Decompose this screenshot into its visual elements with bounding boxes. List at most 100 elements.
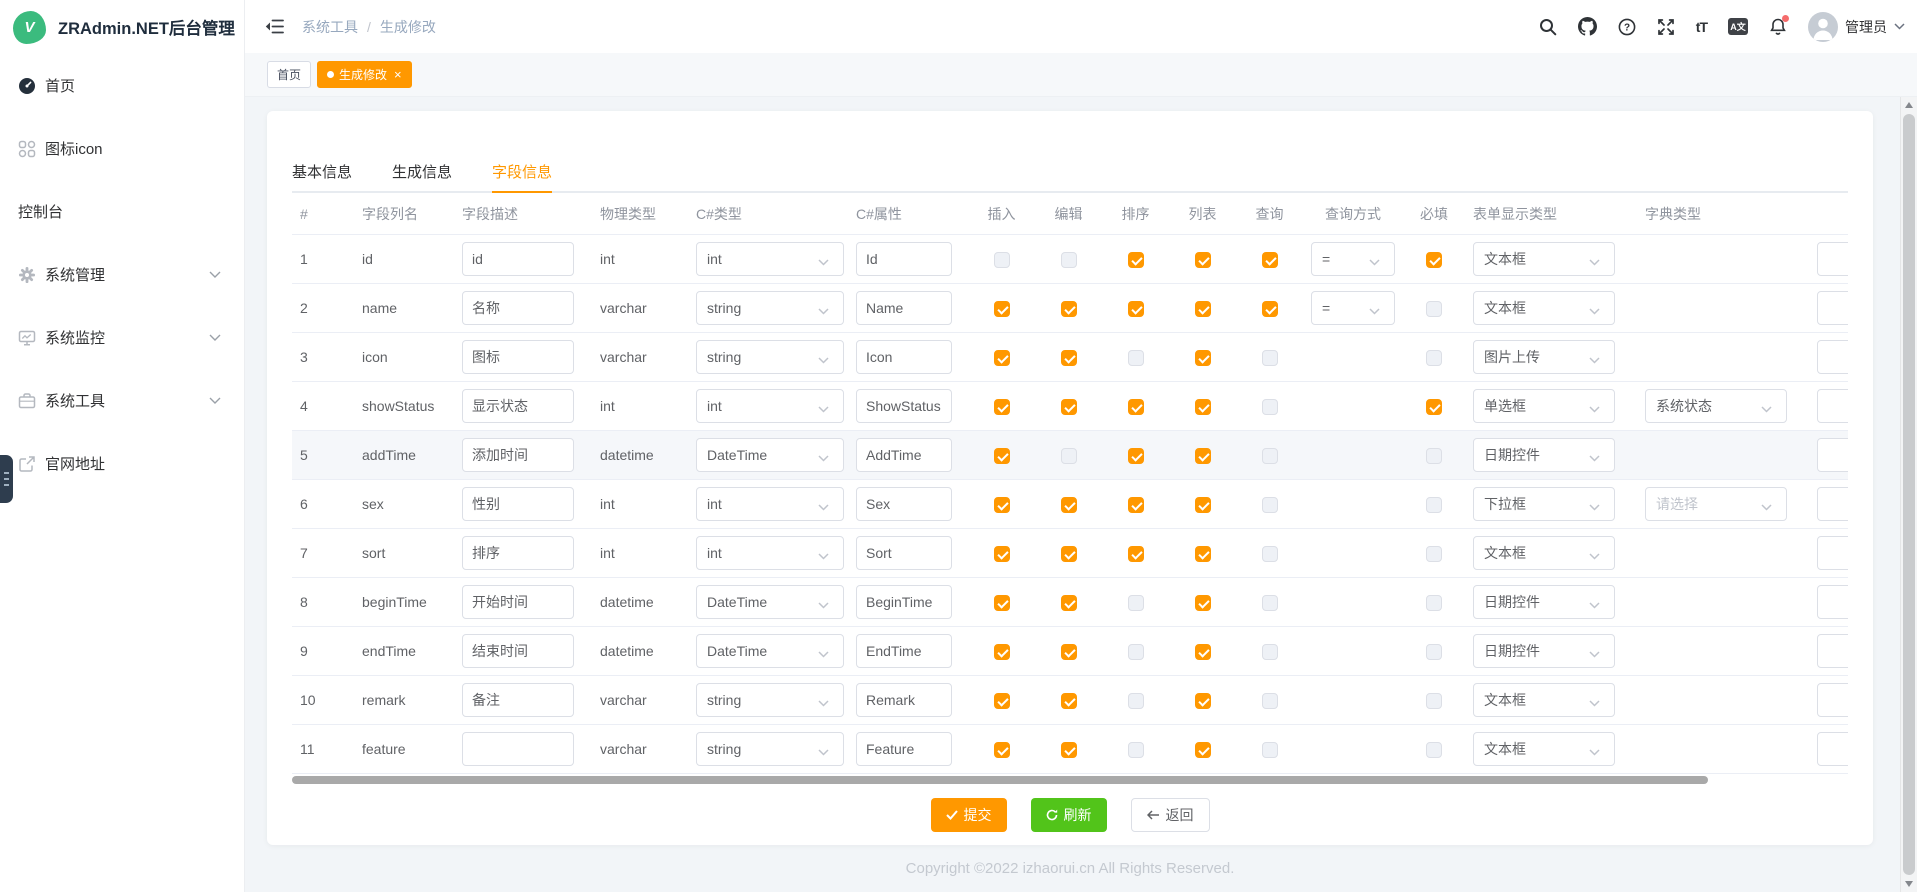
cs-prop-input[interactable] (856, 634, 952, 668)
insert-checkbox[interactable] (994, 497, 1010, 513)
list-checkbox[interactable] (1195, 742, 1211, 758)
sidebar-item-6[interactable]: 官网地址 (0, 432, 244, 495)
overflow-input[interactable] (1817, 634, 1848, 668)
query-checkbox[interactable] (1262, 742, 1278, 758)
query-checkbox[interactable] (1262, 448, 1278, 464)
edit-checkbox[interactable] (1061, 497, 1077, 513)
display-type-select[interactable]: 日期控件 (1473, 634, 1615, 668)
insert-checkbox[interactable] (994, 399, 1010, 415)
overflow-input[interactable] (1817, 291, 1848, 325)
breadcrumb-item[interactable]: 系统工具 (302, 17, 358, 37)
display-type-select[interactable]: 文本框 (1473, 683, 1615, 717)
cs-type-select[interactable]: int (696, 389, 844, 423)
tab-1[interactable]: 生成信息 (392, 151, 452, 193)
cs-type-select[interactable]: string (696, 732, 844, 766)
insert-checkbox[interactable] (994, 546, 1010, 562)
field-desc-input[interactable] (462, 487, 574, 521)
bell-icon[interactable] (1769, 17, 1787, 36)
sidebar-item-3[interactable]: 系统管理 (0, 243, 244, 306)
cs-type-select[interactable]: string (696, 291, 844, 325)
sort-checkbox[interactable] (1128, 448, 1144, 464)
insert-checkbox[interactable] (994, 595, 1010, 611)
vertical-scrollbar[interactable] (1900, 97, 1917, 892)
list-checkbox[interactable] (1195, 644, 1211, 660)
collapse-menu-icon[interactable] (265, 19, 284, 34)
overflow-input[interactable] (1817, 732, 1848, 766)
insert-checkbox[interactable] (994, 644, 1010, 660)
query-checkbox[interactable] (1262, 399, 1278, 415)
field-desc-input[interactable] (462, 340, 574, 374)
back-button[interactable]: 返回 (1131, 798, 1210, 832)
overflow-input[interactable] (1817, 487, 1848, 521)
insert-checkbox[interactable] (994, 742, 1010, 758)
submit-button[interactable]: 提交 (931, 798, 1007, 832)
overflow-input[interactable] (1817, 585, 1848, 619)
sort-checkbox[interactable] (1128, 644, 1144, 660)
cs-prop-input[interactable] (856, 683, 952, 717)
edit-checkbox[interactable] (1061, 546, 1077, 562)
cs-prop-input[interactable] (856, 585, 952, 619)
refresh-button[interactable]: 刷新 (1031, 798, 1107, 832)
cs-type-select[interactable]: DateTime (696, 634, 844, 668)
display-type-select[interactable]: 图片上传 (1473, 340, 1615, 374)
cs-type-select[interactable]: string (696, 340, 844, 374)
field-desc-input[interactable] (462, 732, 574, 766)
list-checkbox[interactable] (1195, 693, 1211, 709)
display-type-select[interactable]: 日期控件 (1473, 585, 1615, 619)
required-checkbox[interactable] (1426, 350, 1442, 366)
cs-type-select[interactable]: int (696, 536, 844, 570)
overflow-input[interactable] (1817, 536, 1848, 570)
insert-checkbox[interactable] (994, 693, 1010, 709)
help-icon[interactable]: ? (1618, 18, 1636, 36)
overflow-input[interactable] (1817, 438, 1848, 472)
sort-checkbox[interactable] (1128, 742, 1144, 758)
sidebar-item-1[interactable]: 图标icon (0, 117, 244, 180)
edit-checkbox[interactable] (1061, 742, 1077, 758)
required-checkbox[interactable] (1426, 546, 1442, 562)
scroll-up-arrow[interactable] (1905, 102, 1913, 108)
list-checkbox[interactable] (1195, 301, 1211, 317)
fullscreen-icon[interactable] (1657, 18, 1675, 36)
required-checkbox[interactable] (1426, 252, 1442, 268)
horizontal-scrollbar-thumb[interactable] (292, 776, 1708, 784)
display-type-select[interactable]: 文本框 (1473, 536, 1615, 570)
sort-checkbox[interactable] (1128, 301, 1144, 317)
cs-prop-input[interactable] (856, 732, 952, 766)
required-checkbox[interactable] (1426, 644, 1442, 660)
overflow-input[interactable] (1817, 340, 1848, 374)
insert-checkbox[interactable] (994, 301, 1010, 317)
query-checkbox[interactable] (1262, 252, 1278, 268)
display-type-select[interactable]: 文本框 (1473, 732, 1615, 766)
edit-checkbox[interactable] (1061, 252, 1077, 268)
sort-checkbox[interactable] (1128, 399, 1144, 415)
cs-type-select[interactable]: DateTime (696, 438, 844, 472)
cs-prop-input[interactable] (856, 242, 952, 276)
dict-type-select[interactable]: 请选择 (1645, 487, 1787, 521)
query-checkbox[interactable] (1262, 301, 1278, 317)
query-checkbox[interactable] (1262, 546, 1278, 562)
required-checkbox[interactable] (1426, 399, 1442, 415)
edit-checkbox[interactable] (1061, 350, 1077, 366)
sidebar-item-0[interactable]: 首页 (0, 54, 244, 117)
font-size-icon[interactable]: tT (1696, 19, 1707, 35)
sort-checkbox[interactable] (1128, 497, 1144, 513)
edit-checkbox[interactable] (1061, 448, 1077, 464)
field-desc-input[interactable] (462, 634, 574, 668)
sort-checkbox[interactable] (1128, 252, 1144, 268)
display-type-select[interactable]: 文本框 (1473, 291, 1615, 325)
overflow-input[interactable] (1817, 389, 1848, 423)
sort-checkbox[interactable] (1128, 546, 1144, 562)
cs-type-select[interactable]: int (696, 242, 844, 276)
query-checkbox[interactable] (1262, 595, 1278, 611)
edit-checkbox[interactable] (1061, 693, 1077, 709)
settings-drawer-handle[interactable] (0, 455, 13, 503)
sidebar-item-5[interactable]: 系统工具 (0, 369, 244, 432)
list-checkbox[interactable] (1195, 399, 1211, 415)
edit-checkbox[interactable] (1061, 399, 1077, 415)
cs-prop-input[interactable] (856, 487, 952, 521)
cs-prop-input[interactable] (856, 389, 952, 423)
field-desc-input[interactable] (462, 438, 574, 472)
required-checkbox[interactable] (1426, 693, 1442, 709)
query-checkbox[interactable] (1262, 497, 1278, 513)
required-checkbox[interactable] (1426, 497, 1442, 513)
